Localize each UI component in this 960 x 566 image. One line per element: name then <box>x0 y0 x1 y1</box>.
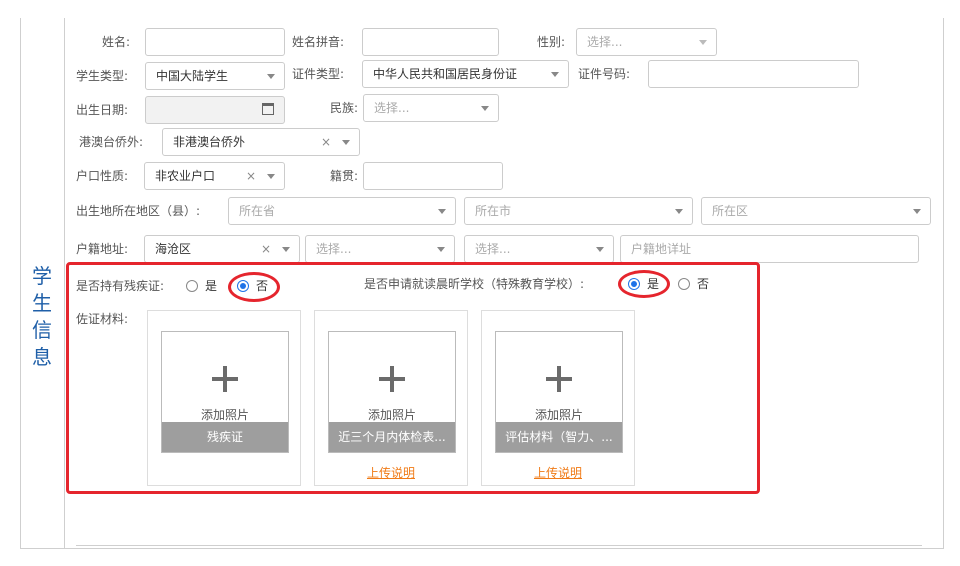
clear-icon[interactable]: × <box>246 163 256 189</box>
hukou-detail-placeholder: 户籍地详址 <box>631 242 692 256</box>
ethnicity-placeholder: 选择... <box>374 101 410 115</box>
chevron-down-icon <box>675 209 683 214</box>
clear-icon[interactable]: × <box>261 236 271 262</box>
upload-box[interactable]: 添加照片 近三个月内体检表... <box>328 331 456 453</box>
chevron-down-icon <box>342 140 350 145</box>
special-school-no-label: 否 <box>697 277 710 291</box>
hukou-select-3-placeholder: 选择... <box>475 242 511 256</box>
materials-label: 佐证材料: <box>76 312 129 326</box>
chevron-down-icon <box>267 174 275 179</box>
student-type-select[interactable]: 中国大陆学生 <box>145 62 285 90</box>
gender-placeholder: 选择... <box>587 35 623 49</box>
add-photo-label: 添加照片 <box>200 408 249 422</box>
add-photo-label: 添加照片 <box>534 408 583 422</box>
hukou-district-value: 海沧区 <box>155 242 192 256</box>
student-type-value: 中国大陆学生 <box>156 69 229 83</box>
hk-select[interactable]: 非港澳台侨外 × <box>162 128 360 156</box>
chevron-down-icon <box>282 247 290 252</box>
birth-date-input[interactable] <box>145 96 285 124</box>
upload-box[interactable]: 添加照片 残疾证 <box>161 331 289 453</box>
hukou-select-2[interactable]: 选择... <box>305 235 455 263</box>
native-place-label: 籍贯: <box>330 169 359 183</box>
ethnicity-select[interactable]: 选择... <box>363 94 499 122</box>
district-placeholder: 所在区 <box>712 204 749 218</box>
divider <box>76 545 922 546</box>
hukou-select-3[interactable]: 选择... <box>464 235 614 263</box>
section-title-char: 学 <box>32 264 52 288</box>
hukou-type-value: 非农业户口 <box>155 169 216 183</box>
district-select[interactable]: 所在区 <box>701 197 931 225</box>
upload-box[interactable]: 添加照片 评估材料（智力、... <box>495 331 623 453</box>
chevron-down-icon <box>267 74 275 79</box>
disability-yes-radio[interactable] <box>186 280 198 292</box>
hk-value: 非港澳台侨外 <box>173 135 246 149</box>
city-placeholder: 所在市 <box>475 204 512 218</box>
chevron-down-icon <box>699 40 707 45</box>
province-placeholder: 所在省 <box>239 204 276 218</box>
upload-card: 添加照片 残疾证 <box>147 310 301 486</box>
id-type-select[interactable]: 中华人民共和国居民身份证 <box>362 60 569 88</box>
special-school-label: 是否申请就读晨昕学校（特殊教育学校）: <box>364 277 585 291</box>
chevron-down-icon <box>437 247 445 252</box>
plus-icon <box>546 366 572 392</box>
hukou-select-2-placeholder: 选择... <box>316 242 352 256</box>
section-title-char: 信 <box>32 318 52 342</box>
chevron-down-icon <box>481 106 489 111</box>
city-select[interactable]: 所在市 <box>464 197 693 225</box>
highlight-oval <box>228 272 280 302</box>
plus-icon <box>212 366 238 392</box>
highlight-oval <box>618 270 670 298</box>
upload-help-link[interactable]: 上传说明 <box>482 464 634 481</box>
pinyin-label: 姓名拼音: <box>292 35 345 49</box>
special-school-no-radio[interactable] <box>678 278 690 290</box>
gender-select[interactable]: 选择... <box>576 28 717 56</box>
upload-caption: 残疾证 <box>162 422 288 452</box>
upload-help-link[interactable]: 上传说明 <box>315 464 467 481</box>
upload-card: 添加照片 评估材料（智力、... 上传说明 <box>481 310 635 486</box>
upload-caption: 近三个月内体检表... <box>329 422 455 452</box>
birth-date-label: 出生日期: <box>76 103 129 117</box>
id-type-value: 中华人民共和国居民身份证 <box>373 67 518 81</box>
hukou-district-select[interactable]: 海沧区 × <box>144 235 300 263</box>
disability-yes-label: 是 <box>205 279 218 293</box>
clear-icon[interactable]: × <box>321 129 331 155</box>
hukou-detail-input[interactable]: 户籍地详址 <box>620 235 919 263</box>
id-number-label: 证件号码: <box>578 67 631 81</box>
chevron-down-icon <box>551 72 559 77</box>
plus-icon <box>379 366 405 392</box>
province-select[interactable]: 所在省 <box>228 197 456 225</box>
birthplace-label: 出生地所在地区（县）: <box>76 204 201 218</box>
hukou-type-label: 户口性质: <box>76 169 129 183</box>
upload-caption: 评估材料（智力、... <box>496 422 622 452</box>
name-input[interactable] <box>145 28 285 56</box>
chevron-down-icon <box>438 209 446 214</box>
section-title-char: 息 <box>32 345 52 369</box>
section-title-char: 生 <box>32 291 52 315</box>
student-type-label: 学生类型: <box>76 69 129 83</box>
chevron-down-icon <box>596 247 604 252</box>
id-type-label: 证件类型: <box>292 67 345 81</box>
ethnicity-label: 民族: <box>330 101 359 115</box>
add-photo-label: 添加照片 <box>367 408 416 422</box>
id-number-input[interactable] <box>648 60 859 88</box>
hukou-type-select[interactable]: 非农业户口 × <box>144 162 285 190</box>
chevron-down-icon <box>913 209 921 214</box>
pinyin-input[interactable] <box>362 28 499 56</box>
section-title: 学 生 信 息 <box>28 263 56 371</box>
native-place-input[interactable] <box>363 162 503 190</box>
name-label: 姓名: <box>102 35 131 49</box>
calendar-icon[interactable] <box>262 103 274 115</box>
disability-label: 是否持有残疾证: <box>76 279 165 293</box>
hukou-addr-label: 户籍地址: <box>76 242 129 256</box>
upload-card: 添加照片 近三个月内体检表... 上传说明 <box>314 310 468 486</box>
hk-label: 港澳台侨外: <box>79 135 144 149</box>
gender-label: 性别: <box>537 35 566 49</box>
